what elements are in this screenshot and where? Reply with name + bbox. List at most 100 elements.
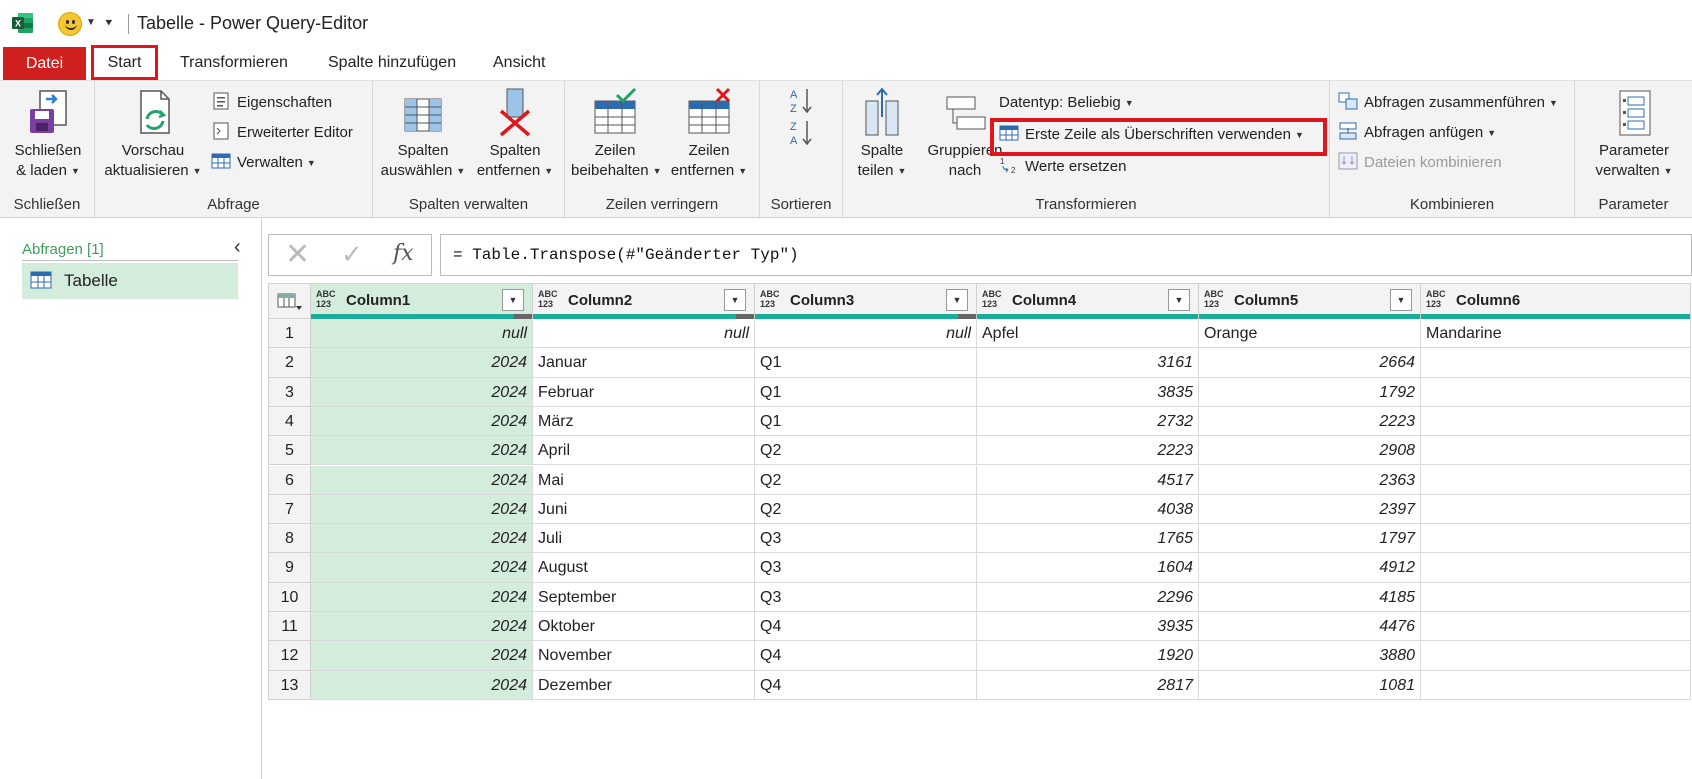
- column-name[interactable]: Column3: [790, 292, 854, 309]
- table-cell[interactable]: 2363: [1199, 465, 1421, 495]
- choose-columns-button[interactable]: Spalten auswählen ▼: [379, 87, 467, 181]
- table-cell[interactable]: Oktober: [533, 612, 755, 642]
- column-name[interactable]: Column6: [1456, 292, 1520, 309]
- row-number[interactable]: 13: [268, 670, 311, 700]
- column-name[interactable]: Column5: [1234, 292, 1298, 309]
- split-column-button[interactable]: Spalte teilen ▼: [847, 87, 917, 181]
- row-number[interactable]: 2: [268, 348, 311, 378]
- datatype-dropdown[interactable]: Datentyp: Beliebig ▼: [999, 91, 1134, 115]
- table-cell[interactable]: 2817: [977, 670, 1199, 700]
- table-cell[interactable]: 4038: [977, 494, 1199, 525]
- table-cell[interactable]: Q4: [755, 612, 977, 642]
- query-item-tabelle[interactable]: Tabelle: [22, 263, 238, 299]
- row-number[interactable]: 6: [268, 465, 311, 495]
- column-filter-dropdown-icon[interactable]: ▼: [1390, 289, 1412, 311]
- table-cell[interactable]: Mai: [533, 465, 755, 495]
- table-cell[interactable]: 3835: [977, 377, 1199, 407]
- column-filter-dropdown-icon[interactable]: ▼: [1168, 289, 1190, 311]
- table-cell[interactable]: 2024: [311, 436, 533, 466]
- table-cell[interactable]: [1421, 494, 1691, 525]
- table-cell[interactable]: September: [533, 582, 755, 612]
- column-header-2[interactable]: ABC 123 Column2 ▼: [533, 283, 755, 319]
- table-cell[interactable]: Dezember: [533, 670, 755, 700]
- table-cell[interactable]: 2024: [311, 582, 533, 612]
- row-number[interactable]: 12: [268, 641, 311, 671]
- column-name[interactable]: Column2: [568, 292, 632, 309]
- feedback-dropdown-icon[interactable]: ▼: [86, 17, 96, 28]
- table-cell[interactable]: [1421, 612, 1691, 642]
- table-cell[interactable]: November: [533, 641, 755, 671]
- table-cell[interactable]: 4476: [1199, 612, 1421, 642]
- table-cell[interactable]: 2664: [1199, 348, 1421, 378]
- type-any-icon[interactable]: ABC 123: [982, 289, 1002, 309]
- cancel-formula-close-icon[interactable]: ✕: [285, 237, 310, 272]
- table-cell[interactable]: 2024: [311, 612, 533, 642]
- table-cell[interactable]: 3880: [1199, 641, 1421, 671]
- refresh-preview-button[interactable]: Vorschau aktualisieren ▼: [101, 87, 205, 181]
- table-cell[interactable]: Q4: [755, 641, 977, 671]
- table-cell[interactable]: Q3: [755, 553, 977, 583]
- table-cell[interactable]: 2024: [311, 524, 533, 554]
- table-cell[interactable]: Juni: [533, 494, 755, 525]
- table-cell[interactable]: null: [311, 319, 533, 349]
- quick-access-customize-icon[interactable]: ⯆: [104, 16, 114, 31]
- table-cell[interactable]: 3161: [977, 348, 1199, 378]
- table-cell[interactable]: null: [755, 319, 977, 349]
- table-cell[interactable]: 2223: [1199, 406, 1421, 437]
- remove-columns-button[interactable]: Spalten entfernen ▼: [471, 87, 559, 181]
- table-cell[interactable]: Q3: [755, 524, 977, 554]
- advanced-editor-button[interactable]: Erweiterter Editor: [211, 121, 353, 145]
- combine-files-button[interactable]: Dateien kombinieren: [1338, 151, 1502, 175]
- table-cell[interactable]: Q2: [755, 465, 977, 495]
- table-cell[interactable]: Q1: [755, 377, 977, 407]
- row-number[interactable]: 11: [268, 612, 311, 642]
- table-cell[interactable]: 1765: [977, 524, 1199, 554]
- table-cell[interactable]: Orange: [1199, 319, 1421, 349]
- type-any-icon[interactable]: ABC 123: [1426, 289, 1446, 309]
- feedback-smiley-icon[interactable]: [58, 12, 82, 36]
- table-cell[interactable]: [1421, 465, 1691, 495]
- tab-datei[interactable]: Datei: [3, 47, 86, 80]
- row-number[interactable]: 1: [268, 319, 311, 349]
- table-menu-button[interactable]: [268, 283, 311, 319]
- table-cell[interactable]: 2732: [977, 406, 1199, 437]
- tab-start[interactable]: Start: [91, 45, 158, 80]
- column-name[interactable]: Column4: [1012, 292, 1076, 309]
- table-cell[interactable]: Q1: [755, 348, 977, 378]
- table-cell[interactable]: Januar: [533, 348, 755, 378]
- table-cell[interactable]: 2223: [977, 436, 1199, 466]
- type-any-icon[interactable]: ABC 123: [760, 289, 780, 309]
- excel-icon[interactable]: X: [12, 12, 34, 34]
- insert-function-fx-icon[interactable]: fx: [393, 241, 414, 266]
- table-cell[interactable]: März: [533, 406, 755, 437]
- table-cell[interactable]: 2024: [311, 406, 533, 437]
- keep-rows-button[interactable]: Zeilen beibehalten ▼: [571, 87, 662, 181]
- sort-descending-button[interactable]: ZA: [790, 121, 820, 149]
- table-cell[interactable]: 4912: [1199, 553, 1421, 583]
- table-cell[interactable]: Q2: [755, 436, 977, 466]
- table-cell[interactable]: 4517: [977, 465, 1199, 495]
- table-cell[interactable]: 2024: [311, 494, 533, 525]
- row-number[interactable]: 8: [268, 524, 311, 554]
- table-cell[interactable]: 1604: [977, 553, 1199, 583]
- table-cell[interactable]: Juli: [533, 524, 755, 554]
- manage-button[interactable]: Verwalten ▼: [211, 151, 316, 175]
- table-cell[interactable]: 1081: [1199, 670, 1421, 700]
- table-cell[interactable]: 4185: [1199, 582, 1421, 612]
- table-cell[interactable]: 1797: [1199, 524, 1421, 554]
- row-number[interactable]: 9: [268, 553, 311, 583]
- table-cell[interactable]: 2397: [1199, 494, 1421, 525]
- table-cell[interactable]: [1421, 377, 1691, 407]
- collapse-pane-chevron-left-icon[interactable]: ‹: [234, 236, 241, 259]
- column-header-1[interactable]: ABC 123 Column1 ▼: [311, 283, 533, 319]
- sort-ascending-button[interactable]: AZ: [790, 89, 820, 117]
- table-cell[interactable]: [1421, 553, 1691, 583]
- replace-values-button[interactable]: 1 2 Werte ersetzen: [999, 155, 1126, 179]
- table-cell[interactable]: 2024: [311, 348, 533, 378]
- column-header-6[interactable]: ABC 123 Column6: [1421, 283, 1691, 319]
- tab-ansicht[interactable]: Ansicht: [481, 45, 557, 80]
- confirm-formula-check-icon[interactable]: ✓: [341, 239, 363, 270]
- table-cell[interactable]: Q2: [755, 494, 977, 525]
- type-any-icon[interactable]: ABC 123: [316, 289, 336, 309]
- table-cell[interactable]: [1421, 436, 1691, 466]
